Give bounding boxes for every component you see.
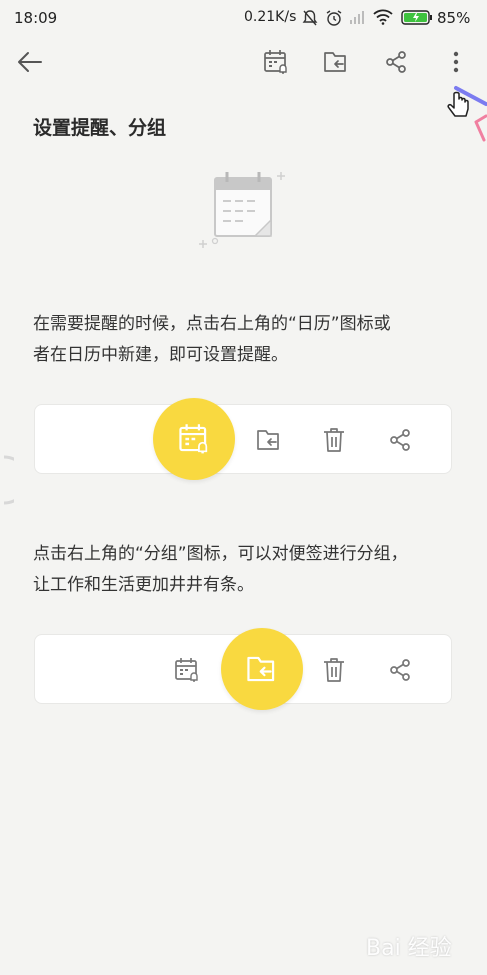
paragraph-line: 者在日历中新建，即可设置提醒。 bbox=[33, 345, 288, 365]
share-icon[interactable] bbox=[378, 44, 414, 80]
share-icon bbox=[382, 422, 418, 458]
edge-swipe-indicator bbox=[0, 455, 29, 509]
paragraph-line: 点击右上角的“分组”图标，可以对便签进行分组， bbox=[33, 544, 408, 564]
watermark: Bai 经验 bbox=[366, 936, 452, 961]
note-title: 设置提醒、分组 bbox=[33, 117, 167, 139]
signal-icon bbox=[349, 9, 365, 29]
status-bar: 18:09 0.21K/s 85% bbox=[0, 0, 487, 36]
battery-percent: 85% bbox=[437, 9, 471, 27]
status-time: 18:09 bbox=[14, 9, 58, 27]
calendar-reminder-icon[interactable] bbox=[258, 44, 294, 80]
paragraph-line: 在需要提醒的时候，点击右上角的“日历”图标或 bbox=[33, 314, 391, 334]
trash-icon bbox=[316, 422, 352, 458]
back-arrow-icon[interactable] bbox=[12, 44, 48, 80]
alarm-icon bbox=[325, 9, 343, 31]
paragraph-line: 让工作和生活更加井井有条。 bbox=[33, 575, 254, 595]
calendar-reminder-icon bbox=[169, 652, 205, 688]
paragraph-grouping: 点击右上角的“分组”图标，可以对便签进行分组， 让工作和生活更加井井有条。 bbox=[33, 539, 453, 601]
trash-icon bbox=[316, 652, 352, 688]
more-vertical-icon[interactable] bbox=[438, 44, 474, 80]
calendar-reminder-highlight bbox=[153, 398, 235, 480]
mute-icon bbox=[302, 9, 318, 31]
hand-cursor-icon bbox=[446, 84, 487, 158]
paragraph-reminder: 在需要提醒的时候，点击右上角的“日历”图标或 者在日历中新建，即可设置提醒。 bbox=[33, 309, 453, 371]
folder-move-icon[interactable] bbox=[318, 44, 354, 80]
folder-move-highlight bbox=[221, 628, 303, 710]
wifi-icon bbox=[373, 9, 393, 29]
share-icon bbox=[382, 652, 418, 688]
folder-move-icon bbox=[251, 422, 287, 458]
network-speed: 0.21K/s bbox=[244, 9, 297, 25]
calendar-illustration-icon bbox=[195, 168, 291, 258]
battery-icon bbox=[401, 10, 433, 29]
